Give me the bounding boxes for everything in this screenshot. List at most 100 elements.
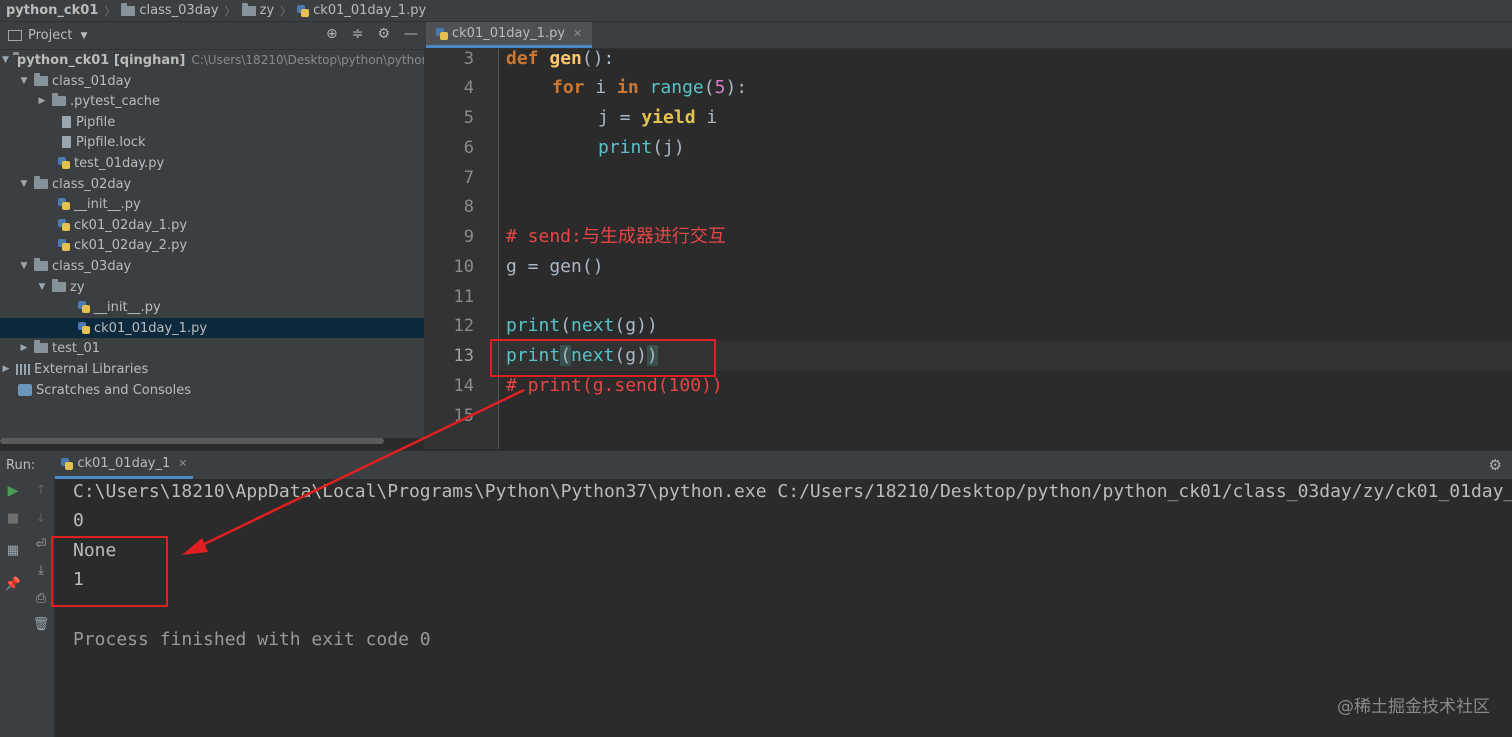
layout-icon[interactable]: ▦: [0, 543, 26, 558]
run-label: Run:: [6, 457, 36, 473]
close-icon[interactable]: ✕: [178, 457, 187, 470]
tree-item-python-ck01[interactable]: ▼ python_ck01 [qinghan] C:\Users\18210\D…: [0, 50, 424, 70]
breadcrumb-file[interactable]: ck01_01day_1.py: [297, 3, 426, 18]
tree-item-scratches[interactable]: Scratches and Consoles: [0, 380, 424, 400]
tree-item-class-03day[interactable]: ▼ class_03day: [0, 256, 424, 276]
tree-item-ck01-02day-2[interactable]: ck01_02day_2.py: [0, 235, 424, 255]
python-file-icon: [78, 301, 90, 313]
folder-icon: [34, 258, 48, 271]
collapsed-arrow-icon[interactable]: ▶: [18, 343, 30, 353]
line-number-current: 13: [453, 346, 474, 366]
chevron-right-icon: 〉: [280, 4, 292, 18]
line-number: 3: [463, 49, 474, 69]
python-file-icon: [61, 457, 74, 470]
run-toolbar: ▶ ■ ▦ 📌: [0, 479, 28, 737]
line-number: 5: [463, 108, 474, 128]
line-number: 8: [463, 197, 474, 217]
tree-item-class-01day[interactable]: ▼ class_01day: [0, 71, 424, 91]
tree-item-test-01[interactable]: ▶ test_01: [0, 338, 424, 358]
console-toolbar: ↑ ↓ ⏎ ⤓ ⎙ 🗑: [28, 479, 55, 737]
close-icon[interactable]: ✕: [573, 27, 582, 40]
expand-arrow-icon[interactable]: ▼: [2, 55, 9, 65]
folder-icon: [34, 340, 48, 353]
code-line-4: for i in range(5):: [552, 77, 748, 98]
line-number: 10: [453, 257, 474, 277]
gear-icon[interactable]: ⚙: [377, 26, 390, 42]
python-file-icon: [78, 322, 90, 334]
python-file-icon: [58, 198, 70, 210]
project-view-selector[interactable]: Project ▼: [8, 28, 87, 43]
stop-icon[interactable]: ■: [0, 511, 26, 526]
tree-item-class-02day[interactable]: ▼ class_02day: [0, 174, 424, 194]
tree-item-init-zy[interactable]: __init__.py: [0, 297, 424, 317]
tree-horizontal-scrollbar[interactable]: [0, 438, 384, 444]
collapse-all-icon[interactable]: ≑: [352, 26, 364, 42]
console-command-line: C:\Users\18210\AppData\Local\Programs\Py…: [73, 481, 1512, 502]
console-output-line: 0: [73, 510, 84, 531]
expand-arrow-icon[interactable]: ▼: [18, 179, 30, 189]
tree-item-external-libraries[interactable]: ▶ External Libraries: [0, 359, 424, 379]
python-file-icon: [58, 157, 70, 169]
watermark: @稀土掘金技术社区: [1337, 697, 1490, 717]
project-panel-title: Project: [28, 28, 73, 43]
tree-item-ck01-01day-1-selected[interactable]: ck01_01day_1.py: [0, 318, 424, 338]
pin-icon[interactable]: 📌: [0, 577, 26, 592]
file-icon: [62, 116, 71, 128]
tree-item-ck01-02day-1[interactable]: ck01_02day_1.py: [0, 215, 424, 235]
breadcrumb-project[interactable]: python_ck01: [6, 3, 98, 18]
chevron-right-icon: 〉: [104, 4, 116, 18]
dropdown-arrow-icon: ▼: [80, 30, 88, 41]
tree-item-init-02[interactable]: __init__.py: [0, 194, 424, 214]
code-editor[interactable]: 3 4 5 6 7 8 9 10 11 12 13 14 15 def gen(…: [424, 49, 1512, 449]
expand-arrow-icon[interactable]: ▼: [18, 261, 30, 271]
folder-icon: [121, 2, 136, 16]
minimize-icon[interactable]: —: [404, 26, 418, 42]
run-tab-ck01-01day-1[interactable]: ck01_01day_1 ✕: [55, 451, 194, 479]
tree-item-zy[interactable]: ▼ zy: [0, 277, 424, 297]
up-arrow-icon[interactable]: ↑: [28, 483, 54, 498]
code-line-5: j = yield i: [598, 107, 718, 128]
folder-icon: [34, 176, 48, 189]
collapsed-arrow-icon[interactable]: ▶: [36, 96, 48, 106]
python-file-icon: [58, 219, 70, 231]
project-tree: ▼ python_ck01 [qinghan] C:\Users\18210\D…: [0, 50, 424, 438]
python-file-icon: [58, 239, 70, 251]
code-line-12: print(next(g)): [506, 315, 658, 336]
code-line-9-comment: # send:与生成器进行交互: [506, 226, 726, 247]
down-arrow-icon[interactable]: ↓: [28, 511, 54, 526]
editor-tab-ck01-01day-1[interactable]: ck01_01day_1.py ✕: [426, 22, 593, 48]
scratches-icon: [18, 384, 32, 396]
project-icon: [8, 30, 22, 41]
expand-arrow-icon[interactable]: ▼: [36, 282, 48, 292]
line-number: 6: [463, 138, 474, 158]
breadcrumb-class03day[interactable]: class_03day: [121, 2, 219, 18]
chevron-right-icon: 〉: [224, 4, 236, 18]
folder-icon: [52, 93, 66, 106]
breadcrumb-zy[interactable]: zy: [241, 2, 274, 18]
expand-arrow-icon[interactable]: ▼: [18, 76, 30, 86]
annotation-box-line-13: [490, 339, 716, 377]
tree-item-pytest-cache[interactable]: ▶ .pytest_cache: [0, 91, 424, 111]
run-icon[interactable]: ▶: [0, 483, 26, 499]
code-line-10: g = gen(): [506, 256, 604, 277]
line-number: 11: [453, 287, 474, 307]
annotation-box-output: [51, 536, 168, 607]
code-line-6: print(j): [598, 137, 685, 158]
trash-icon[interactable]: 🗑: [28, 617, 54, 632]
run-console[interactable]: C:\Users\18210\AppData\Local\Programs\Py…: [51, 479, 1512, 737]
line-number: 14: [453, 376, 474, 396]
tree-item-pipfile-lock[interactable]: Pipfile.lock: [0, 132, 424, 152]
collapsed-arrow-icon[interactable]: ▶: [0, 364, 12, 374]
project-panel-header: Project ▼ ⊕ ≑ ⚙ —: [0, 22, 424, 50]
locate-icon[interactable]: ⊕: [326, 26, 338, 42]
line-number: 4: [463, 78, 474, 98]
line-number: 15: [453, 406, 474, 426]
tree-item-test-01day[interactable]: test_01day.py: [0, 153, 424, 173]
python-file-icon: [436, 27, 448, 40]
library-icon: [16, 363, 30, 375]
editor-tab-bar: ck01_01day_1.py ✕: [424, 22, 1512, 49]
tree-item-pipfile[interactable]: Pipfile: [0, 112, 424, 132]
folder-icon: [52, 279, 66, 292]
line-number: 9: [463, 227, 474, 247]
gear-icon[interactable]: ⚙: [1489, 456, 1502, 474]
